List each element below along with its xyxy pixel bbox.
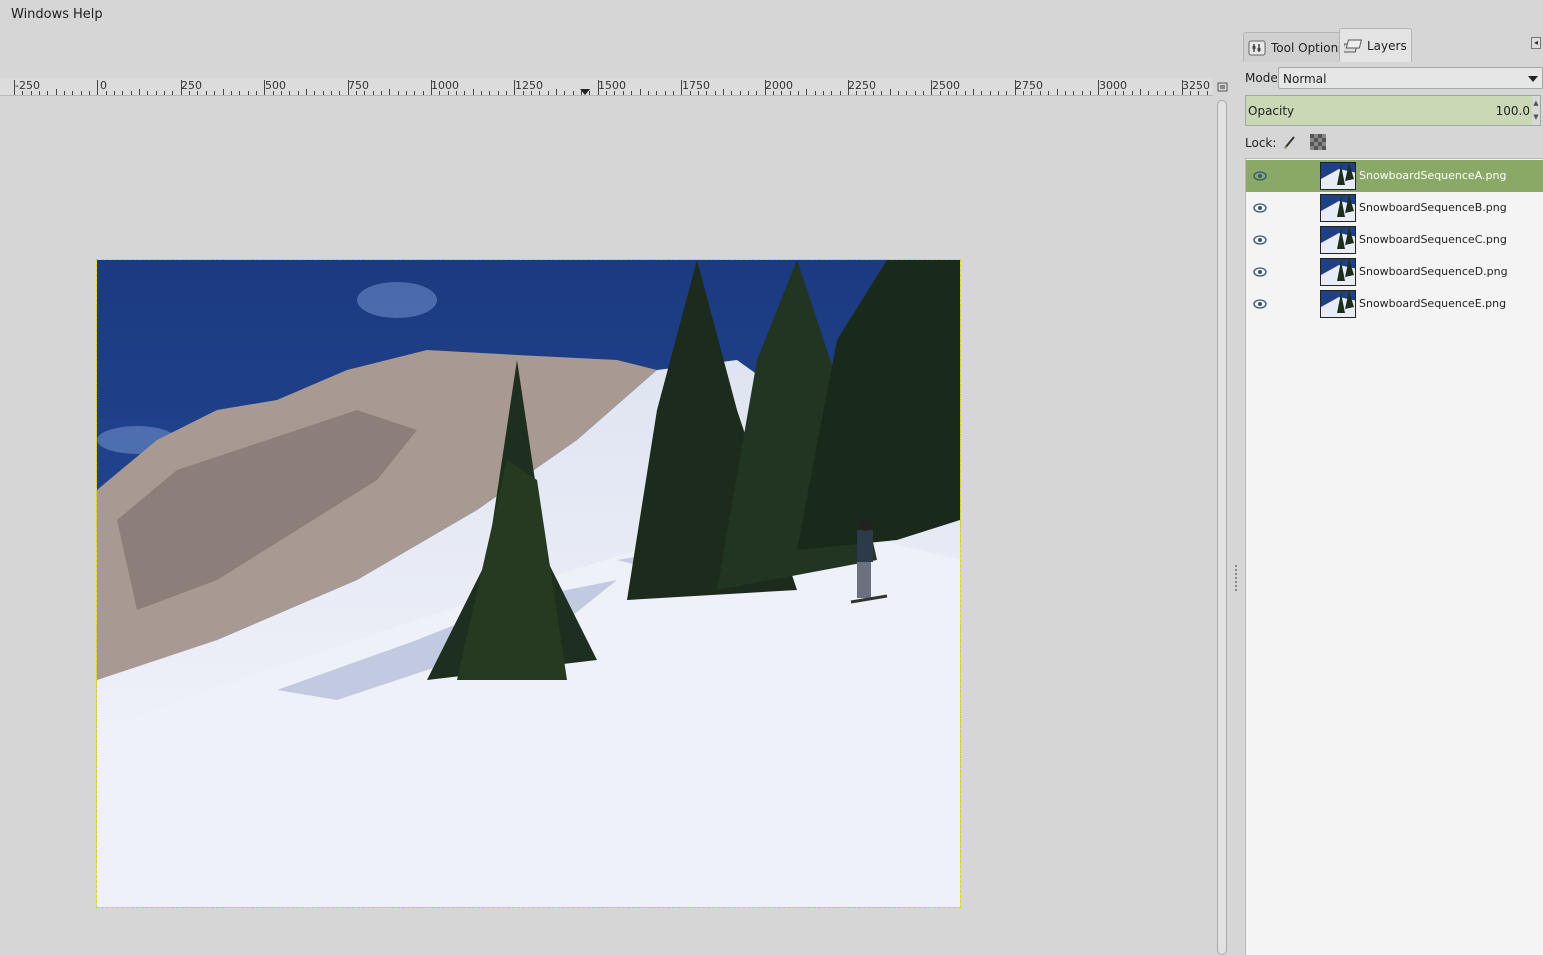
image-canvas[interactable]	[96, 259, 961, 908]
navigate-icon	[1217, 82, 1228, 92]
tool-options-icon	[1248, 40, 1266, 55]
layers-list: SnowboardSequenceA.png SnowboardSequence…	[1245, 158, 1543, 955]
mode-select[interactable]: Normal	[1278, 67, 1543, 89]
tab-label: Tool Options	[1271, 40, 1345, 55]
opacity-spinner[interactable]: ▲ ▼	[1532, 96, 1540, 125]
layer-thumbnail-image	[1321, 195, 1355, 221]
menu-help[interactable]: Help	[73, 7, 103, 22]
lock-pixels-brush-icon[interactable]	[1281, 133, 1299, 151]
ruler-label: 3250	[1182, 79, 1210, 92]
mode-row: Mode: Normal	[1242, 66, 1543, 92]
layers-dock: Tool Options Layers ◂ Mode: Normal Opaci…	[1242, 28, 1543, 955]
eye-icon[interactable]	[1253, 202, 1267, 214]
eye-icon[interactable]	[1253, 266, 1267, 278]
layer-row[interactable]: SnowboardSequenceB.png	[1246, 192, 1543, 224]
panel-menu-icon: ◂	[1533, 38, 1538, 47]
ruler-label: 2250	[848, 79, 876, 92]
snowboard-photo	[97, 260, 960, 907]
layer-name: SnowboardSequenceB.png	[1359, 201, 1507, 214]
layer-thumbnail-image	[1321, 259, 1355, 285]
opacity-value: 100.0	[1495, 104, 1530, 118]
ruler-label: -250	[15, 79, 40, 92]
tab-layers[interactable]: Layers	[1339, 28, 1412, 62]
layer-row[interactable]: SnowboardSequenceC.png	[1246, 224, 1543, 256]
layer-name: SnowboardSequenceA.png	[1359, 169, 1507, 182]
tab-tool-options[interactable]: Tool Options	[1243, 32, 1350, 62]
ruler-label: 1000	[431, 79, 459, 92]
layer-name: SnowboardSequenceE.png	[1359, 297, 1507, 310]
eye-icon[interactable]	[1253, 234, 1267, 246]
layer-row[interactable]: SnowboardSequenceE.png	[1246, 288, 1543, 320]
layer-thumbnail	[1320, 258, 1356, 286]
ruler-label: 1500	[598, 79, 626, 92]
ruler-label: 250	[181, 79, 202, 92]
mode-value: Normal	[1283, 72, 1327, 86]
ruler-label: 2000	[765, 79, 793, 92]
lock-alpha-checker-icon[interactable]	[1309, 133, 1327, 151]
opacity-label: Opacity	[1248, 104, 1295, 118]
opacity-slider[interactable]: Opacity 100.0 ▲ ▼	[1245, 95, 1541, 126]
panel-splitter[interactable]	[1230, 0, 1242, 955]
mode-label: Mode:	[1245, 71, 1282, 85]
layer-thumbnail	[1320, 290, 1356, 318]
vertical-scrollbar[interactable]	[1214, 96, 1230, 955]
layer-name: SnowboardSequenceC.png	[1359, 233, 1507, 246]
ruler-label: 500	[265, 79, 286, 92]
ruler-label: 1250	[515, 79, 543, 92]
ruler-label: 1750	[682, 79, 710, 92]
layer-name: SnowboardSequenceD.png	[1359, 265, 1508, 278]
layer-thumbnail	[1320, 162, 1356, 190]
menubar: Windows Help	[0, 0, 1240, 30]
panel-menu-button[interactable]: ◂	[1531, 37, 1541, 49]
ruler-pointer-icon	[580, 89, 590, 95]
tab-label: Layers	[1367, 38, 1407, 53]
zoom-navigate-button[interactable]	[1214, 78, 1230, 96]
menu-windows[interactable]: Windows	[11, 7, 69, 22]
chevron-down-icon	[1528, 76, 1538, 82]
ruler-label: 3000	[1099, 79, 1127, 92]
layer-row[interactable]: SnowboardSequenceA.png	[1246, 160, 1543, 192]
lock-row: Lock:	[1242, 131, 1543, 153]
layer-row[interactable]: SnowboardSequenceD.png	[1246, 256, 1543, 288]
ruler-label: 2500	[932, 79, 960, 92]
layer-thumbnail-image	[1321, 291, 1355, 317]
layer-thumbnail	[1320, 194, 1356, 222]
lock-label: Lock:	[1245, 136, 1277, 150]
ruler-label: 0	[100, 79, 107, 92]
layer-thumbnail-image	[1321, 227, 1355, 253]
grip-handle-icon	[1235, 565, 1237, 591]
ruler-label: 750	[348, 79, 369, 92]
scrollbar-thumb[interactable]	[1217, 100, 1227, 955]
horizontal-ruler[interactable]: -250 0 250 500 750 1000 1250 1500 1750 2…	[0, 78, 1213, 96]
layers-icon	[1344, 39, 1362, 52]
eye-icon[interactable]	[1253, 170, 1267, 182]
eye-icon[interactable]	[1253, 298, 1267, 310]
layer-thumbnail	[1320, 226, 1356, 254]
layer-thumbnail-image	[1321, 163, 1355, 189]
ruler-label: 2750	[1015, 79, 1043, 92]
